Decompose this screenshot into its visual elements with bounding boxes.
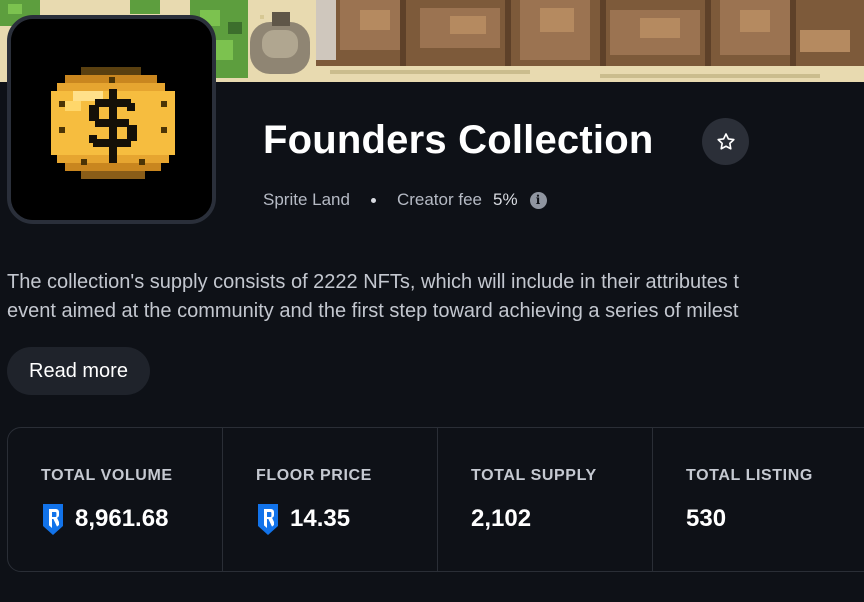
gold-coin-icon bbox=[11, 19, 212, 220]
stat-label: TOTAL VOLUME bbox=[41, 467, 173, 484]
description-line: The collection's supply consists of 2222… bbox=[7, 271, 739, 293]
stat-value-row: 530 bbox=[686, 503, 864, 535]
stat-value: 14.35 bbox=[290, 505, 351, 532]
stat-label: TOTAL SUPPLY bbox=[471, 467, 597, 484]
collection-title: Founders Collection bbox=[263, 118, 654, 162]
creator-name[interactable]: Sprite Land bbox=[263, 190, 350, 210]
read-more-button[interactable]: Read more bbox=[7, 347, 150, 395]
collection-description: The collection's supply consists of 2222… bbox=[7, 268, 864, 326]
star-outline-icon bbox=[716, 132, 735, 150]
info-icon[interactable]: i bbox=[529, 191, 547, 209]
favorite-button[interactable] bbox=[702, 118, 749, 165]
stat-label: TOTAL LISTING bbox=[686, 467, 813, 484]
collection-avatar bbox=[7, 15, 216, 224]
ronin-shield-icon bbox=[258, 503, 278, 535]
stat-value: 530 bbox=[686, 505, 727, 532]
stat-label: FLOOR PRICE bbox=[256, 467, 372, 484]
stat-floor-price: FLOOR PRICE 14.35 bbox=[223, 428, 438, 571]
stat-total-listing: TOTAL LISTING 530 bbox=[653, 428, 864, 571]
collection-stats: TOTAL VOLUME 8,961.68 FLOOR PRICE 14.35 … bbox=[7, 427, 864, 572]
stat-total-volume: TOTAL VOLUME 8,961.68 bbox=[8, 428, 223, 571]
stat-value: 2,102 bbox=[471, 505, 532, 532]
stat-value-row: 14.35 bbox=[256, 503, 437, 535]
separator-dot bbox=[370, 197, 376, 203]
stat-value-row: 2,102 bbox=[471, 503, 652, 535]
ronin-shield-icon bbox=[43, 503, 63, 535]
stat-value: 8,961.68 bbox=[75, 505, 169, 532]
creator-fee-value: 5% bbox=[493, 190, 518, 209]
description-line: event aimed at the community and the fir… bbox=[7, 300, 739, 322]
collection-meta: Sprite Land Creator fee 5% i bbox=[263, 188, 547, 212]
creator-fee-label: Creator fee bbox=[396, 190, 482, 209]
stat-value-row: 8,961.68 bbox=[41, 503, 222, 535]
stat-total-supply: TOTAL SUPPLY 2,102 bbox=[438, 428, 653, 571]
collection-page: Founders Collection Sprite Land Creator … bbox=[0, 0, 864, 602]
